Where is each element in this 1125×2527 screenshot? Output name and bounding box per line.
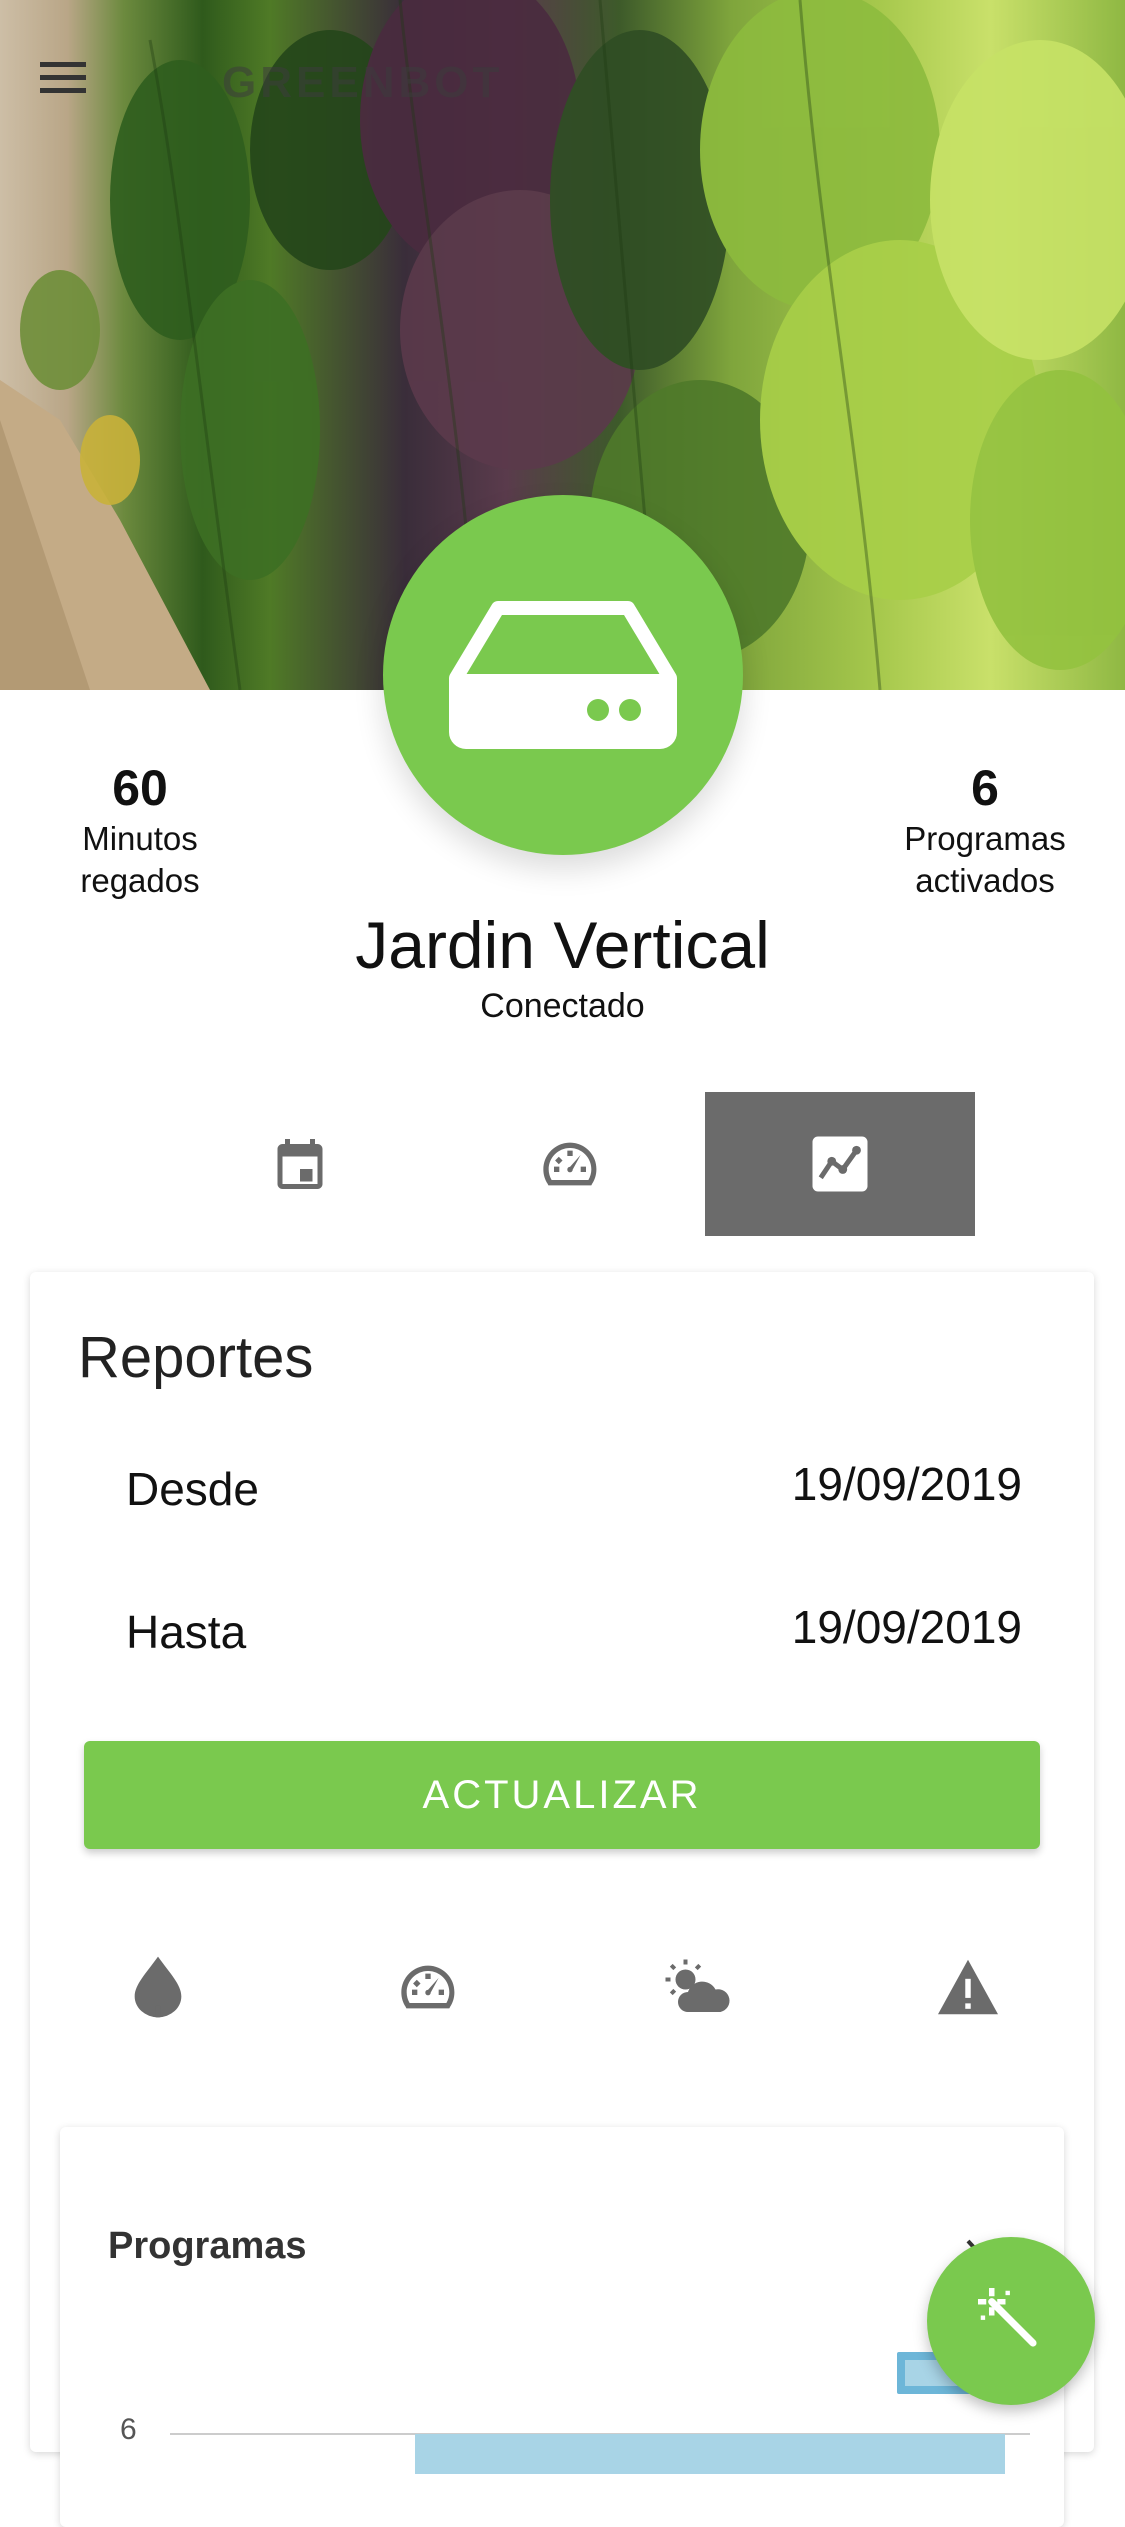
programs-chart-title: Programas [108, 2225, 307, 2267]
reports-card: Reportes Desde 19/09/2019 Hasta 19/09/20… [30, 1272, 1094, 2527]
magic-wand-icon [978, 2288, 1037, 2347]
magic-action-button[interactable] [927, 2237, 1095, 2405]
update-button[interactable]: ACTUALIZAR [84, 1741, 1040, 1849]
gauge-icon [543, 1142, 597, 1186]
stat-programs-label-2: activados [915, 862, 1055, 899]
tab-reports[interactable] [705, 1092, 975, 1236]
calendar-icon [277, 1139, 323, 1189]
chart-bar [415, 2434, 1005, 2474]
category-alerts[interactable] [918, 1937, 1018, 2037]
stat-programs-label-1: Programas [904, 820, 1066, 857]
weather-icon [665, 1959, 730, 2012]
from-date-field[interactable]: 19/09/2019 [792, 1457, 1022, 1511]
device-name: Jardin Vertical [355, 908, 770, 982]
device-avatar [383, 495, 743, 855]
gauge-icon [401, 1965, 455, 2009]
stat-minutes-value: 60 [112, 760, 168, 816]
stat-active-programs: 6 Programas activados [855, 758, 1115, 902]
hamburger-menu-icon [40, 62, 86, 93]
to-date-field[interactable]: 19/09/2019 [792, 1600, 1022, 1654]
chart-y-tick: 6 [120, 2413, 137, 2446]
category-weather[interactable] [648, 1937, 748, 2037]
to-label: Hasta [126, 1606, 247, 1658]
tab-gauge[interactable] [435, 1092, 705, 1236]
reports-title: Reportes [78, 1325, 314, 1390]
device-status: Conectado [480, 987, 645, 1025]
tab-calendar[interactable] [165, 1092, 435, 1236]
stat-programs-value: 6 [971, 760, 999, 816]
app-title: GREENBOT [222, 58, 504, 107]
stat-minutes-watered: 60 Minutos regados [10, 758, 270, 902]
device-router-icon [449, 601, 677, 749]
stat-minutes-label-1: Minutos [82, 820, 198, 857]
warning-icon [938, 1959, 998, 2015]
chart-icon [812, 1136, 868, 1192]
water-drop-icon [134, 1956, 182, 2018]
category-water[interactable] [108, 1937, 208, 2037]
menu-button[interactable] [40, 60, 130, 150]
from-label: Desde [126, 1463, 259, 1515]
stat-minutes-label-2: regados [80, 862, 200, 899]
programs-chart-card: Programas 6 [60, 2127, 1064, 2527]
category-gauge[interactable] [378, 1937, 478, 2037]
